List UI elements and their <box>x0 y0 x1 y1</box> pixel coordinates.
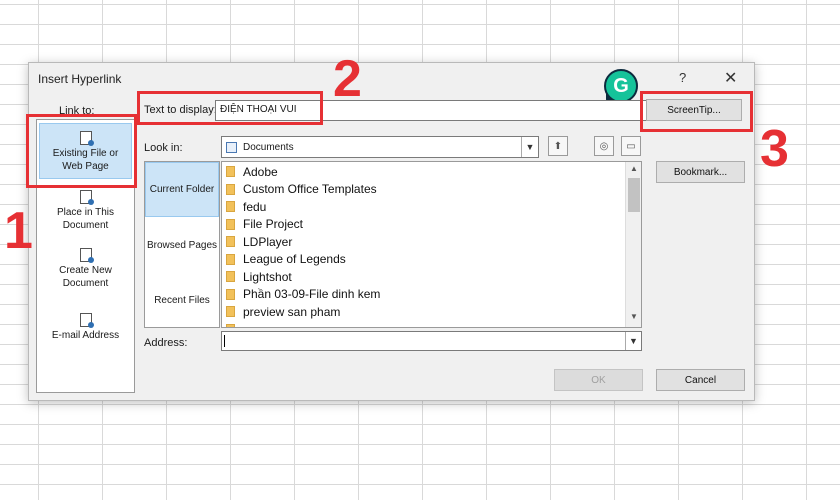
folder-icon <box>226 218 235 230</box>
browse-web-icon[interactable]: ◎ <box>594 136 614 156</box>
new-document-icon <box>79 248 94 263</box>
link-item-label: Document <box>62 278 109 289</box>
annotation-box-link-to <box>26 114 137 188</box>
list-item[interactable]: Phần 03-09-File dinh kem <box>226 286 380 303</box>
link-item-label: Document <box>62 220 109 231</box>
file-name: fedu <box>243 199 267 214</box>
folder-icon <box>226 271 235 282</box>
link-to-place-in-document[interactable]: Place in This Document <box>39 190 132 234</box>
list-item[interactable]: File Project <box>226 216 303 233</box>
link-item-label: Place in This <box>56 207 115 218</box>
list-item[interactable]: preview san pham <box>226 303 340 320</box>
file-name: LDPlayer <box>243 234 293 249</box>
folder-icon <box>226 201 235 212</box>
file-name: File Project <box>243 217 304 231</box>
place-in-document-icon <box>79 190 94 205</box>
annotation-number-3: 3 <box>760 120 789 178</box>
folder-icon <box>226 323 235 327</box>
nav-recent-files[interactable]: Recent Files <box>145 273 219 328</box>
text-caret <box>224 335 225 347</box>
browse-file-icon[interactable]: ▭ <box>621 136 641 156</box>
file-list-scrollbar[interactable]: ▲ ▼ <box>625 162 641 327</box>
folder-icon <box>226 236 235 247</box>
scroll-thumb[interactable] <box>628 178 640 212</box>
folder-nav-panel: Current Folder Browsed Pages Recent File… <box>144 161 220 328</box>
ok-button[interactable]: OK <box>554 369 643 391</box>
email-icon <box>79 313 94 328</box>
annotation-number-1: 1 <box>4 202 33 260</box>
nav-browsed-pages[interactable]: Browsed Pages <box>145 218 219 273</box>
chevron-down-icon[interactable]: ▼ <box>625 332 641 350</box>
close-button[interactable]: ✕ <box>724 68 737 88</box>
up-folder-icon[interactable]: ⬆ <box>548 136 568 156</box>
file-name: Phần 03-09-File dinh kem <box>243 287 381 301</box>
grammarly-icon[interactable]: G <box>604 69 638 103</box>
file-name: preview san pham <box>243 304 341 319</box>
address-label: Address: <box>144 337 188 349</box>
list-item[interactable]: Adobe <box>226 163 278 180</box>
dialog-title: Insert Hyperlink <box>38 72 122 86</box>
file-name: League of Legends <box>243 252 346 266</box>
look-in-label: Look in: <box>144 142 183 154</box>
help-button[interactable]: ? <box>679 70 686 85</box>
address-input[interactable]: ▼ <box>221 331 642 351</box>
file-name: Adobe <box>243 164 278 179</box>
link-item-label: Create New <box>59 265 112 276</box>
file-name: Custom Office Templates <box>243 182 377 196</box>
file-list: Adobe Custom Office Templates fedu File … <box>221 161 642 328</box>
nav-current-folder[interactable]: Current Folder <box>145 162 219 217</box>
file-name: Lightshot <box>243 269 292 284</box>
list-item[interactable]: Custom Office Templates <box>226 181 377 198</box>
scroll-up-icon[interactable]: ▲ <box>626 164 641 173</box>
cancel-button[interactable]: Cancel <box>656 369 745 391</box>
folder-icon <box>226 166 235 177</box>
annotation-box-screentip <box>640 91 753 132</box>
documents-folder-icon <box>226 141 237 153</box>
list-item[interactable]: fedu <box>226 198 266 215</box>
chevron-down-icon[interactable]: ▼ <box>521 137 538 157</box>
look-in-select[interactable]: Documents ▼ <box>221 136 539 158</box>
folder-icon <box>226 183 235 195</box>
link-to-create-new-document[interactable]: Create New Document <box>39 248 132 292</box>
bookmark-button[interactable]: Bookmark... <box>656 161 745 183</box>
list-item-partial[interactable] <box>226 321 243 327</box>
link-item-label: E-mail Address <box>51 330 120 341</box>
annotation-number-2: 2 <box>333 50 362 108</box>
look-in-value: Documents <box>243 141 294 153</box>
folder-icon <box>226 253 235 265</box>
list-item[interactable]: League of Legends <box>226 251 346 268</box>
folder-icon <box>226 306 235 317</box>
scroll-down-icon[interactable]: ▼ <box>626 312 641 321</box>
link-to-email-address[interactable]: E-mail Address <box>39 313 132 345</box>
annotation-box-text-to-display <box>137 91 323 125</box>
list-item[interactable]: LDPlayer <box>226 233 292 250</box>
list-item[interactable]: Lightshot <box>226 268 292 285</box>
folder-icon <box>226 288 235 300</box>
